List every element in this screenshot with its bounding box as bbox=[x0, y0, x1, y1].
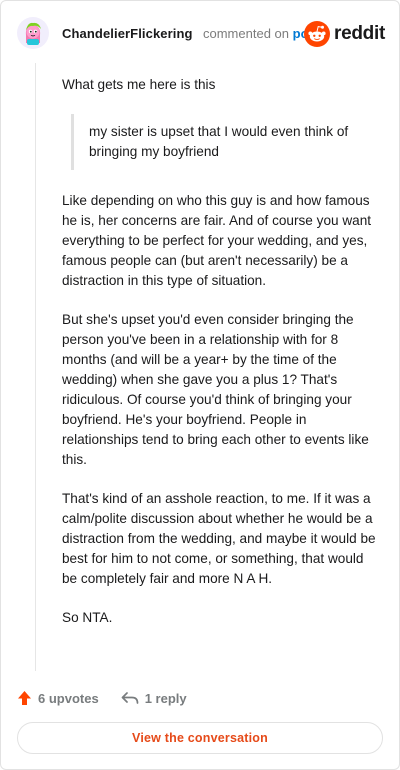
upvote-arrow-icon bbox=[18, 691, 31, 705]
reddit-brand[interactable]: reddit bbox=[304, 21, 385, 47]
comment-paragraph: But she's upset you'd even consider brin… bbox=[62, 312, 369, 467]
comment-body: What gets me here is this my sister is u… bbox=[62, 75, 380, 647]
upvote-button[interactable]: 6 upvotes bbox=[17, 690, 99, 706]
author-name[interactable]: ChandelierFlickering bbox=[62, 26, 193, 41]
reply-arrow-icon bbox=[121, 692, 139, 704]
reddit-wordmark: reddit bbox=[334, 23, 385, 44]
upvote-count: 6 upvotes bbox=[38, 690, 99, 706]
blockquote: my sister is upset that I would even thi… bbox=[71, 114, 380, 170]
comment-header: ChandelierFlickering commented on post r… bbox=[17, 17, 385, 53]
action-text: commented on bbox=[203, 26, 289, 41]
comment-intro: What gets me here is this bbox=[62, 77, 216, 92]
comment-paragraph: That's kind of an asshole reaction, to m… bbox=[62, 491, 376, 586]
comment-meta: commented on post bbox=[203, 26, 320, 41]
thread-line[interactable] bbox=[35, 63, 36, 671]
view-conversation-button[interactable]: View the conversation bbox=[17, 722, 383, 754]
comment-footer: 6 upvotes 1 reply bbox=[17, 687, 209, 709]
reply-count: 1 reply bbox=[144, 690, 187, 706]
comment-card: ChandelierFlickering commented on post r… bbox=[0, 0, 400, 770]
avatar[interactable] bbox=[17, 17, 49, 49]
comment-paragraph: So NTA. bbox=[62, 610, 113, 625]
reply-button[interactable]: 1 reply bbox=[121, 691, 187, 706]
comment-paragraph: Like depending on who this guy is and ho… bbox=[62, 193, 372, 288]
reddit-logo-icon bbox=[304, 21, 331, 47]
